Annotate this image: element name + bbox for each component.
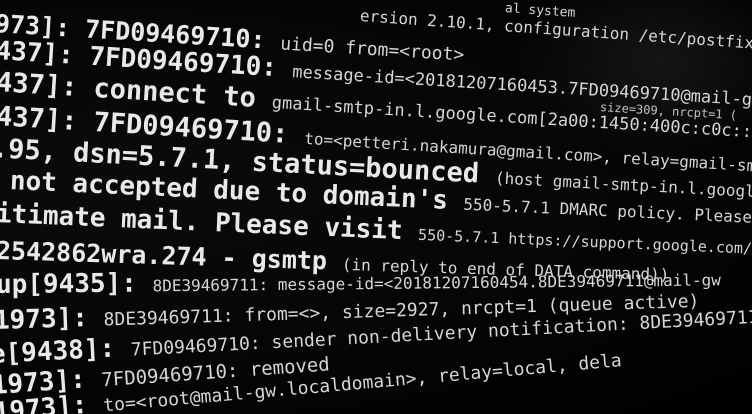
log-prefix: 1973]: — [0, 302, 104, 336]
terminal-screen: al system ersion 2.10.1, configuration /… — [0, 0, 752, 414]
log-prefix: up[9435]: — [0, 268, 153, 300]
